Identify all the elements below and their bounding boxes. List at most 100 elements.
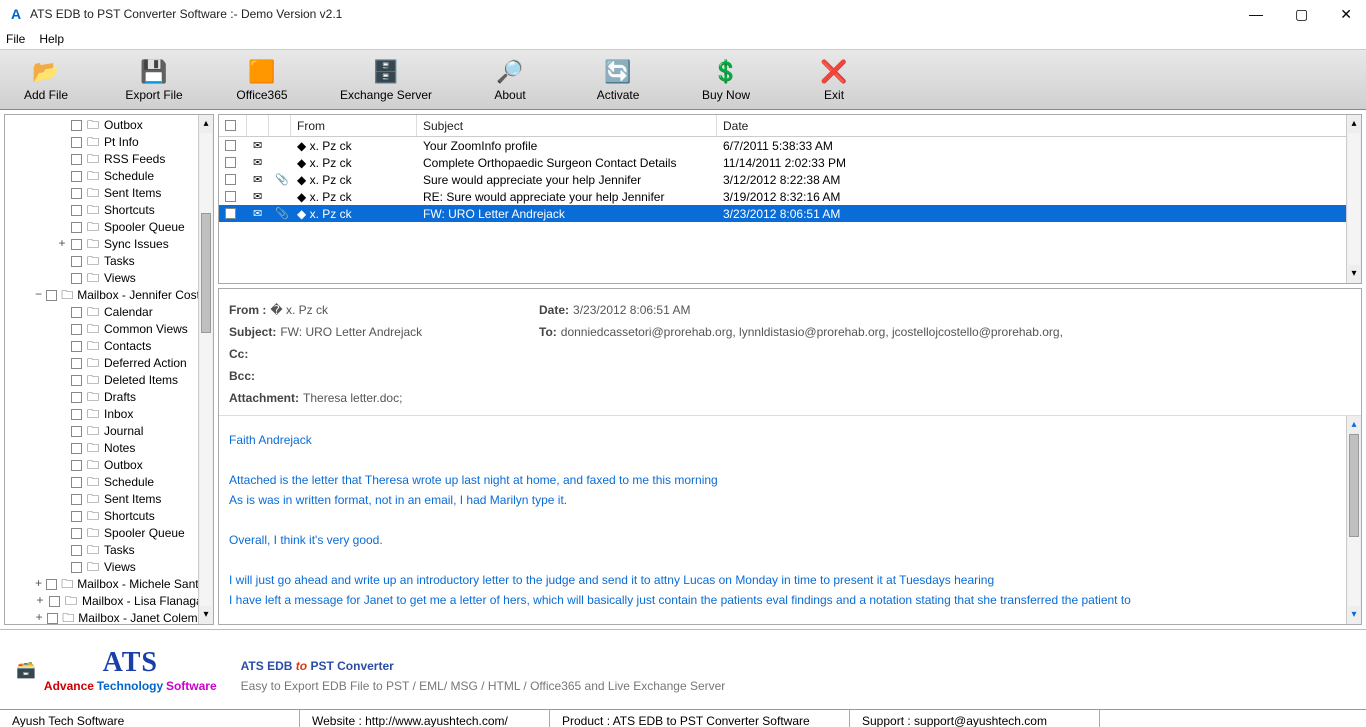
scroll-thumb[interactable] [1349, 434, 1359, 537]
tree-item[interactable]: 🗀RSS Feeds [5, 151, 213, 168]
tree-checkbox[interactable] [71, 273, 82, 284]
tree-checkbox[interactable] [46, 290, 57, 301]
tree-item[interactable]: +🗀Sync Issues [5, 236, 213, 253]
tree-item[interactable]: 🗀Sent Items [5, 491, 213, 508]
tree-item[interactable]: 🗀Common Views [5, 321, 213, 338]
header-from[interactable]: From [291, 115, 417, 136]
tree-checkbox[interactable] [71, 205, 82, 216]
tree-checkbox[interactable] [71, 239, 82, 250]
tree-item[interactable]: 🗀Inbox [5, 406, 213, 423]
tree-checkbox[interactable] [71, 460, 82, 471]
about-button[interactable]: 🔎About [480, 58, 540, 102]
buy-now-button[interactable]: 💲Buy Now [696, 58, 756, 102]
close-button[interactable]: ✕ [1334, 4, 1358, 25]
tree-checkbox[interactable] [71, 443, 82, 454]
message-row[interactable]: ✉ ◆ x. Pz ck Your ZoomInfo profile 6/7/2… [219, 137, 1361, 154]
tree-item[interactable]: 🗀Tasks [5, 253, 213, 270]
row-checkbox[interactable] [225, 157, 236, 168]
minimize-button[interactable]: — [1243, 4, 1269, 24]
tree-checkbox[interactable] [71, 409, 82, 420]
message-row[interactable]: ✉ 📎 ◆ x. Pz ck FW: URO Letter Andrejack … [219, 205, 1361, 222]
tree-checkbox[interactable] [71, 256, 82, 267]
tree-checkbox[interactable] [71, 375, 82, 386]
list-scrollbar[interactable]: ▴ ▾ [1346, 115, 1361, 283]
tree-checkbox[interactable] [46, 579, 57, 590]
add-file-button[interactable]: 📂Add File [16, 58, 76, 102]
tree-checkbox[interactable] [71, 545, 82, 556]
tree-item[interactable]: 🗀Schedule [5, 474, 213, 491]
tree-item[interactable]: 🗀Journal [5, 423, 213, 440]
tree-item[interactable]: 🗀Views [5, 270, 213, 287]
header-subject[interactable]: Subject [417, 115, 717, 136]
tree-item[interactable]: 🗀Tasks [5, 542, 213, 559]
tree-checkbox[interactable] [71, 494, 82, 505]
tree-checkbox[interactable] [71, 477, 82, 488]
row-checkbox[interactable] [225, 191, 236, 202]
menu-help[interactable]: Help [39, 32, 64, 46]
message-row[interactable]: ✉ 📎 ◆ x. Pz ck Sure would appreciate you… [219, 171, 1361, 188]
exchange-server-button[interactable]: 🗄️Exchange Server [340, 58, 432, 102]
message-row[interactable]: ✉ ◆ x. Pz ck Complete Orthopaedic Surgeo… [219, 154, 1361, 171]
tree-item[interactable]: 🗀Notes [5, 440, 213, 457]
tree-item[interactable]: 🗀Spooler Queue [5, 219, 213, 236]
tree-item[interactable]: −🗀Mailbox - Jennifer Costello [5, 287, 213, 304]
tree-item[interactable]: 🗀Pt Info [5, 134, 213, 151]
expand-icon[interactable]: − [35, 287, 42, 304]
body-scrollbar[interactable]: ▴ ▾ [1346, 416, 1361, 624]
tree-checkbox[interactable] [71, 307, 82, 318]
tree-item[interactable]: 🗀Deferred Action [5, 355, 213, 372]
tree-checkbox[interactable] [71, 392, 82, 403]
select-all-checkbox[interactable] [225, 120, 236, 131]
tree-checkbox[interactable] [71, 426, 82, 437]
row-checkbox[interactable] [225, 208, 236, 219]
scroll-up-icon[interactable]: ▴ [199, 115, 213, 133]
tree-checkbox[interactable] [71, 341, 82, 352]
tree-checkbox[interactable] [71, 511, 82, 522]
tree-item[interactable]: 🗀Spooler Queue [5, 525, 213, 542]
tree-checkbox[interactable] [71, 120, 82, 131]
expand-icon[interactable]: + [35, 610, 43, 624]
tree-checkbox[interactable] [71, 188, 82, 199]
scroll-down-icon[interactable]: ▾ [1347, 606, 1361, 624]
tree-checkbox[interactable] [71, 324, 82, 335]
tree-item[interactable]: +🗀Mailbox - Lisa Flanagan [5, 593, 213, 610]
scroll-up-icon[interactable]: ▴ [1347, 115, 1361, 133]
tree-item[interactable]: 🗀Outbox [5, 457, 213, 474]
expand-icon[interactable]: + [35, 593, 45, 610]
menu-file[interactable]: File [6, 32, 25, 46]
scroll-thumb[interactable] [201, 213, 211, 333]
activate-button[interactable]: 🔄Activate [588, 58, 648, 102]
tree-checkbox[interactable] [71, 222, 82, 233]
tree-checkbox[interactable] [71, 154, 82, 165]
message-row[interactable]: ✉ ◆ x. Pz ck RE: Sure would appreciate y… [219, 188, 1361, 205]
tree-item[interactable]: 🗀Deleted Items [5, 372, 213, 389]
tree-item[interactable]: 🗀Shortcuts [5, 202, 213, 219]
tree-checkbox[interactable] [71, 528, 82, 539]
tree-checkbox[interactable] [71, 562, 82, 573]
tree-checkbox[interactable] [47, 613, 58, 624]
tree-item[interactable]: 🗀Outbox [5, 117, 213, 134]
tree-checkbox[interactable] [49, 596, 60, 607]
tree-scrollbar[interactable]: ▴ ▾ [198, 115, 213, 624]
row-checkbox[interactable] [225, 140, 236, 151]
tree-checkbox[interactable] [71, 137, 82, 148]
tree-checkbox[interactable] [71, 171, 82, 182]
scroll-up-icon[interactable]: ▴ [1347, 416, 1361, 434]
tree-item[interactable]: 🗀Drafts [5, 389, 213, 406]
tree-checkbox[interactable] [71, 358, 82, 369]
scroll-down-icon[interactable]: ▾ [1347, 265, 1361, 283]
header-date[interactable]: Date [717, 115, 1361, 136]
office365-button[interactable]: 🟧Office365 [232, 58, 292, 102]
tree-item[interactable]: 🗀Sent Items [5, 185, 213, 202]
maximize-button[interactable]: ▢ [1289, 4, 1314, 25]
tree-item[interactable]: 🗀Contacts [5, 338, 213, 355]
exit-button[interactable]: ❌Exit [804, 58, 864, 102]
scroll-down-icon[interactable]: ▾ [199, 606, 213, 624]
tree-item[interactable]: 🗀Shortcuts [5, 508, 213, 525]
row-checkbox[interactable] [225, 174, 236, 185]
expand-icon[interactable]: + [35, 576, 42, 593]
export-file-button[interactable]: 💾Export File [124, 58, 184, 102]
expand-icon[interactable]: + [57, 236, 67, 253]
tree-item[interactable]: +🗀Mailbox - Michele Santuk [5, 576, 213, 593]
tree-item[interactable]: 🗀Schedule [5, 168, 213, 185]
